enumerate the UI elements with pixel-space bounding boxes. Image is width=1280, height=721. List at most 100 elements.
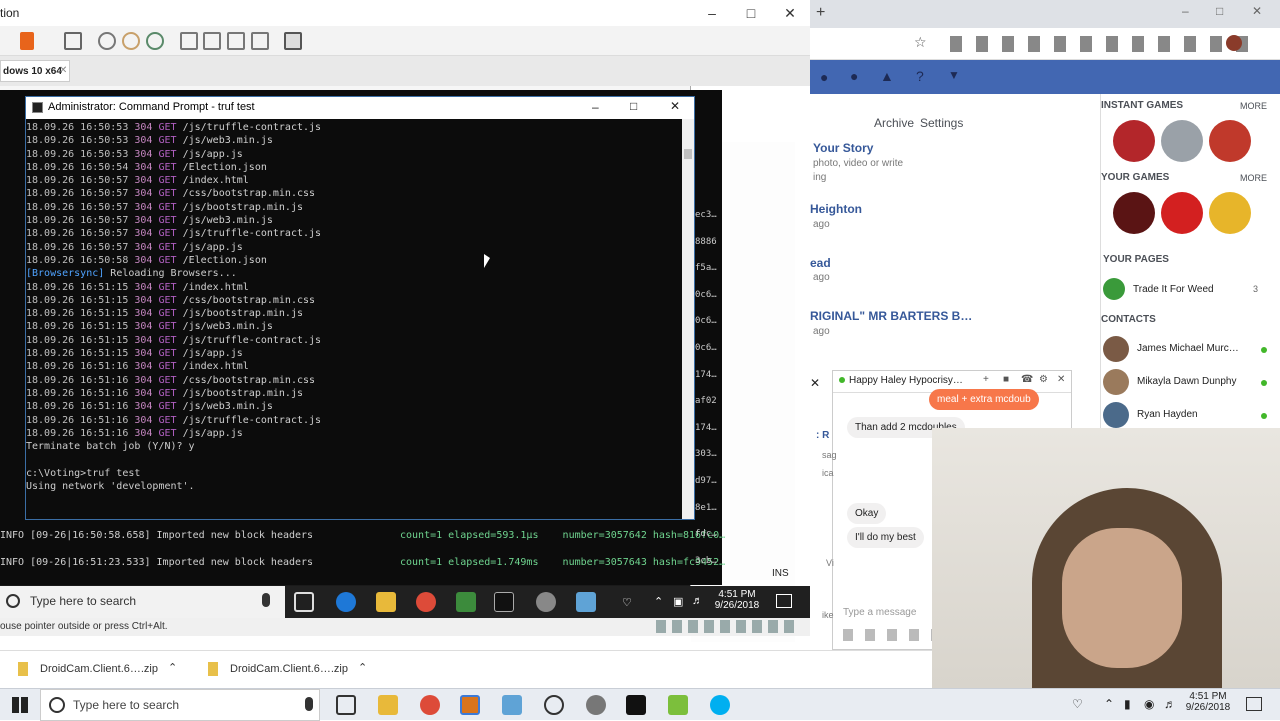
task-view-icon[interactable] bbox=[336, 695, 356, 715]
add-person-icon[interactable]: + bbox=[983, 374, 989, 385]
revert-icon[interactable] bbox=[122, 32, 140, 50]
game-3[interactable] bbox=[1209, 120, 1251, 162]
chrome-icon[interactable] bbox=[416, 592, 436, 612]
snapshot-icon[interactable] bbox=[98, 32, 116, 50]
browser-minimize-button[interactable]: – bbox=[1182, 4, 1189, 18]
volume-icon[interactable]: ♬ bbox=[1164, 697, 1176, 711]
file-explorer-icon[interactable] bbox=[378, 695, 398, 715]
cmd-minimize-button[interactable]: – bbox=[592, 100, 599, 114]
task-view-icon[interactable] bbox=[294, 592, 314, 612]
vm-maximize-button[interactable]: □ bbox=[731, 0, 771, 26]
download-item[interactable]: DroidCam.Client.6….zip ⌃ bbox=[12, 651, 192, 689]
story-item-heighton[interactable]: Heighton bbox=[810, 202, 862, 216]
vm-close-button[interactable]: ✕ bbox=[770, 0, 810, 26]
game-4[interactable] bbox=[1113, 192, 1155, 234]
library-icon[interactable] bbox=[180, 32, 198, 50]
android-icon[interactable] bbox=[668, 695, 688, 715]
vm-minimize-button[interactable]: – bbox=[692, 0, 732, 26]
notepad-icon[interactable] bbox=[576, 592, 596, 612]
instant-games-more[interactable]: MORE bbox=[1240, 101, 1267, 111]
notifications-icon[interactable]: ▲ bbox=[880, 68, 894, 84]
browser-close-button[interactable]: ✕ bbox=[1252, 4, 1262, 18]
contact-item[interactable]: Mikayla Dawn Dunphy bbox=[1101, 369, 1271, 402]
print-icon[interactable] bbox=[64, 32, 82, 50]
friends-icon[interactable]: ● bbox=[820, 69, 828, 85]
chat-input[interactable]: Type a message bbox=[843, 607, 916, 618]
chat-side-close-icon[interactable]: ✕ bbox=[810, 376, 820, 390]
guest-clock[interactable]: 4:51 PM 9/26/2018 bbox=[712, 589, 762, 611]
notepad-icon[interactable] bbox=[502, 695, 522, 715]
device-icons[interactable] bbox=[656, 620, 796, 633]
game-5[interactable] bbox=[1161, 192, 1203, 234]
people-icon[interactable]: ♡ bbox=[1072, 697, 1083, 711]
guest-search-box[interactable]: Type here to search bbox=[0, 586, 285, 618]
chrome-icon[interactable] bbox=[420, 695, 440, 715]
battery-icon[interactable]: ▮ bbox=[1124, 697, 1131, 711]
pause-icon[interactable] bbox=[20, 32, 34, 50]
thumbnail-icon[interactable] bbox=[203, 32, 221, 50]
game-2[interactable] bbox=[1161, 120, 1203, 162]
console-icon[interactable] bbox=[284, 32, 302, 50]
cmd-output[interactable]: 18.09.26 16:50:53 304 GET /js/truffle-co… bbox=[26, 119, 682, 519]
contact-item[interactable]: James Michael Murc… bbox=[1101, 336, 1271, 369]
new-tab-button[interactable]: + bbox=[816, 4, 825, 22]
settings-link[interactable]: Settings bbox=[920, 116, 963, 130]
close-icon[interactable]: ✕ bbox=[1057, 374, 1065, 385]
wifi-icon[interactable]: ◉ bbox=[1144, 697, 1154, 711]
edge-icon[interactable] bbox=[336, 592, 356, 612]
your-games-more[interactable]: MORE bbox=[1240, 173, 1267, 183]
extension-icons[interactable] bbox=[950, 36, 1250, 52]
cmd-titlebar[interactable]: Administrator: Command Prompt - truf tes… bbox=[26, 97, 694, 119]
app-circle-icon[interactable] bbox=[544, 695, 564, 715]
people-icon[interactable]: ♡ bbox=[622, 596, 632, 609]
video-call-icon[interactable]: ■ bbox=[1003, 374, 1009, 385]
game-uno[interactable] bbox=[1113, 120, 1155, 162]
app-icon[interactable] bbox=[456, 592, 476, 612]
profile-avatar[interactable] bbox=[1226, 35, 1242, 51]
close-icon[interactable]: ✕ bbox=[59, 65, 67, 76]
messenger-icon[interactable]: ● bbox=[850, 68, 858, 84]
settings-icon[interactable] bbox=[586, 695, 606, 715]
account-menu-icon[interactable]: ▼ bbox=[948, 68, 960, 82]
browser-maximize-button[interactable]: □ bbox=[1216, 4, 1223, 18]
cmd-maximize-button[interactable]: □ bbox=[630, 99, 637, 113]
phone-icon[interactable]: ☎ bbox=[1021, 374, 1033, 385]
chevron-up-icon[interactable]: ⌃ bbox=[358, 661, 367, 674]
download-item[interactable]: DroidCam.Client.6….zip ⌃ bbox=[202, 651, 382, 689]
unity-icon[interactable] bbox=[251, 32, 269, 50]
host-search-box[interactable]: Type here to search bbox=[40, 689, 320, 721]
bookmark-star-icon[interactable]: ☆ bbox=[914, 34, 927, 51]
help-icon[interactable]: ? bbox=[916, 68, 924, 84]
network-icon[interactable]: ▣ bbox=[673, 595, 683, 608]
notification-icon[interactable] bbox=[1246, 697, 1262, 711]
cmd-taskbar-icon[interactable] bbox=[494, 592, 514, 612]
file-explorer-icon[interactable] bbox=[376, 592, 396, 612]
windows-start-icon[interactable] bbox=[12, 697, 28, 713]
microphone-icon[interactable] bbox=[305, 697, 313, 711]
tray-chevron-icon[interactable]: ⌃ bbox=[654, 595, 663, 608]
microphone-icon[interactable] bbox=[262, 593, 270, 607]
settings-icon[interactable] bbox=[536, 592, 556, 612]
cmd-scrollbar[interactable] bbox=[682, 119, 694, 519]
story-item-read[interactable]: ead bbox=[810, 256, 831, 270]
volume-icon[interactable]: ♬ bbox=[692, 595, 703, 607]
vmware-icon[interactable] bbox=[460, 695, 480, 715]
command-prompt-window[interactable]: Administrator: Command Prompt - truf tes… bbox=[25, 96, 695, 520]
chat-title[interactable]: Happy Haley Hypocrisy… bbox=[849, 375, 989, 386]
archive-link[interactable]: Archive bbox=[874, 116, 914, 130]
chat-attach-icons[interactable] bbox=[843, 629, 933, 641]
game-words[interactable] bbox=[1209, 192, 1251, 234]
fullscreen-icon[interactable] bbox=[227, 32, 245, 50]
tray-chevron-icon[interactable]: ⌃ bbox=[1104, 697, 1114, 711]
manage-snapshots-icon[interactable] bbox=[146, 32, 164, 50]
your-story-title[interactable]: Your Story bbox=[813, 141, 873, 155]
story-item-original[interactable]: RIGINAL" MR BARTERS B… bbox=[810, 309, 972, 323]
notification-icon[interactable] bbox=[776, 594, 792, 608]
cmd-taskbar-icon[interactable] bbox=[626, 695, 646, 715]
chevron-up-icon[interactable]: ⌃ bbox=[168, 661, 177, 674]
vm-tab[interactable]: dows 10 x64 ✕ bbox=[0, 60, 70, 82]
host-clock[interactable]: 4:51 PM 9/26/2018 bbox=[1180, 691, 1236, 713]
skype-icon[interactable] bbox=[710, 695, 730, 715]
gear-icon[interactable]: ⚙ bbox=[1039, 374, 1048, 385]
vm-titlebar[interactable]: tion – □ ✕ bbox=[0, 0, 810, 26]
